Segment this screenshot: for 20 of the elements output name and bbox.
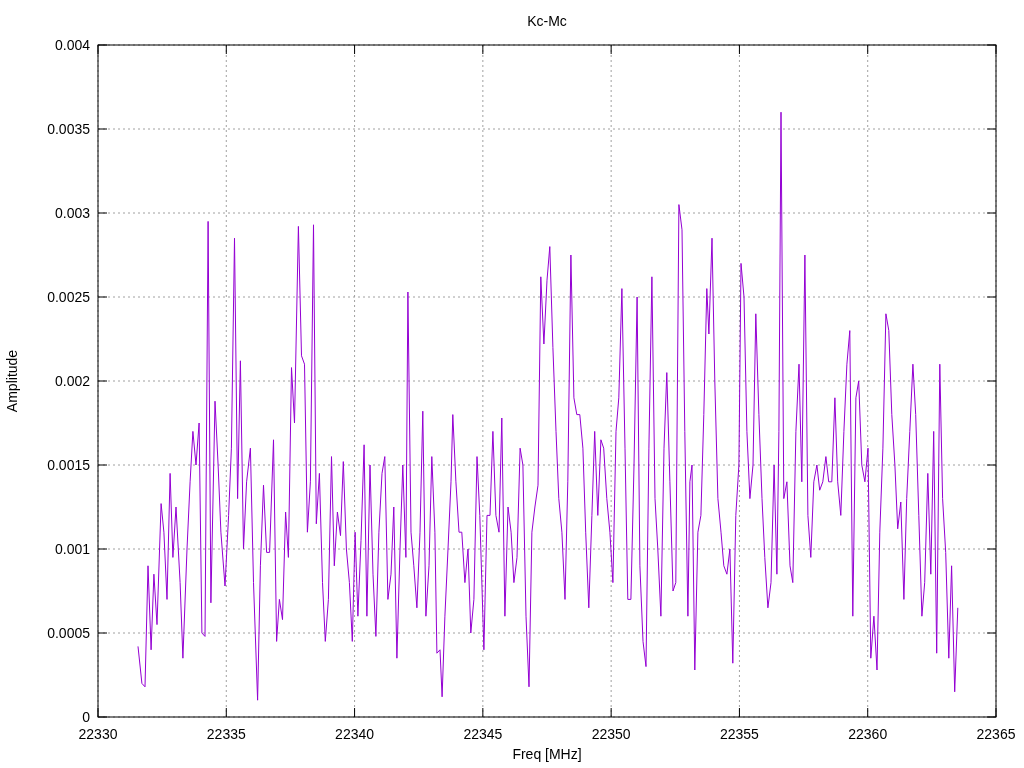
tick-label: 0.003 <box>54 205 90 221</box>
chart-title: Kc-Mc <box>527 13 567 29</box>
tick-label: 0.001 <box>54 541 90 557</box>
tick-label: 0.0035 <box>47 121 90 137</box>
y-axis-label: Amplitude <box>4 349 20 413</box>
tick-label: 22345 <box>463 726 503 742</box>
tick-label: 0 <box>82 709 90 725</box>
tick-label: 0.0025 <box>47 289 90 305</box>
tick-label: 22365 <box>976 726 1016 742</box>
tick-label: 0.0005 <box>47 625 90 641</box>
tick-label: 22340 <box>335 726 375 742</box>
tick-label: 22355 <box>719 726 759 742</box>
tick-label: 0.0015 <box>47 457 90 473</box>
tick-label: 22335 <box>206 726 246 742</box>
tick-label: 0.002 <box>54 373 90 389</box>
tick-label: 22330 <box>78 726 118 742</box>
tick-label: 22350 <box>591 726 631 742</box>
tick-label: 0.004 <box>54 37 90 53</box>
tick-label: 22360 <box>848 726 888 742</box>
x-axis-label: Freq [MHz] <box>512 746 582 762</box>
